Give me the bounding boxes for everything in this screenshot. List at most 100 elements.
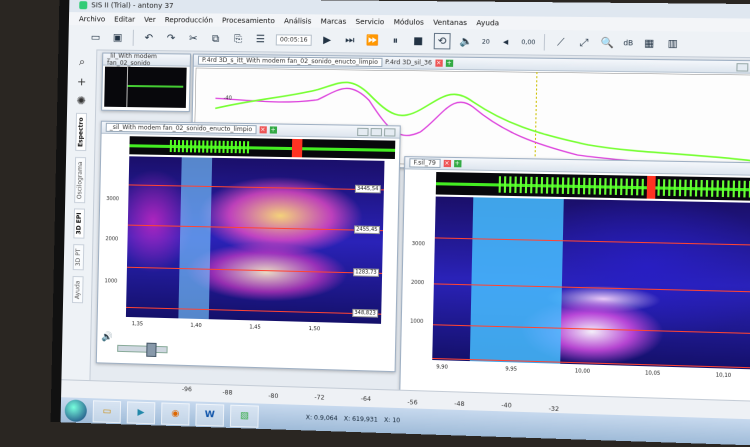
spectrum-tab-other[interactable]: P.4rd 3D_sil_36	[385, 59, 432, 67]
toolbar-separator	[133, 30, 134, 46]
minimize-icon[interactable]	[736, 63, 748, 71]
x-tick: 10,05	[645, 370, 660, 377]
close-window-icon[interactable]	[384, 128, 396, 136]
word-icon[interactable]: W	[195, 403, 224, 426]
selection-left[interactable]	[178, 157, 212, 319]
menu-servicio[interactable]: Servicio	[355, 17, 384, 25]
coord-readout: X: 10	[384, 417, 400, 425]
spectrogram-left-energy	[126, 156, 385, 324]
app-title: SIS II (Trial) - antony 37	[91, 1, 173, 10]
minimize-icon[interactable]	[357, 128, 369, 136]
y-tick: 1000	[104, 278, 117, 284]
stop-icon[interactable]: ■	[411, 34, 426, 48]
waveform-right-burst	[499, 176, 750, 198]
sis-app-icon[interactable]: ▧	[230, 404, 259, 427]
settings-icon[interactable]: ✺	[77, 94, 86, 107]
menu-marcas[interactable]: Marcas	[321, 17, 347, 25]
zoom-fit-icon[interactable]: ⤢	[576, 35, 591, 50]
zoom-icon[interactable]: 🔍	[600, 36, 615, 51]
balance-icon[interactable]: ◂	[498, 35, 513, 50]
loop-play-icon[interactable]: ⏩	[365, 33, 380, 47]
new-file-icon[interactable]: ▭	[88, 30, 102, 44]
formant-marker-label: 1283,73	[353, 268, 379, 277]
volume-slider[interactable]	[117, 345, 168, 353]
trend-icon[interactable]: ⟋	[553, 35, 568, 50]
time-field[interactable]: 00:05:16	[276, 34, 312, 46]
scale-label: -64	[361, 396, 371, 403]
scale-label: -40	[501, 402, 511, 410]
y-tick: 1000	[410, 319, 423, 325]
grid-view-icon[interactable]: ▦	[642, 36, 657, 51]
spectrum-y-label: -40	[224, 95, 232, 101]
menu-modulos[interactable]: Módulos	[394, 18, 424, 26]
menu-ventanas[interactable]: Ventanas	[433, 18, 467, 27]
toolbar-separator	[544, 34, 545, 50]
menu-procesamiento[interactable]: Procesamiento	[222, 16, 275, 25]
y-tick: 2000	[105, 236, 118, 242]
undo-icon[interactable]: ↶	[142, 31, 156, 45]
pause-icon[interactable]: ⏸	[388, 33, 403, 47]
add-tab-icon[interactable]: +	[454, 160, 461, 167]
app-icon	[79, 1, 87, 9]
crosshair-icon[interactable]: +	[77, 75, 86, 88]
mini-window-tab[interactable]: _lil_With modem fan_02_sonido	[107, 52, 190, 67]
copy-icon[interactable]: ⧉	[208, 32, 223, 46]
close-icon[interactable]: ×	[435, 60, 442, 67]
menu-reproduccion[interactable]: Reproducción	[165, 16, 213, 25]
menu-ayuda[interactable]: Ayuda	[476, 19, 499, 27]
scale-label: -56	[407, 399, 417, 406]
x-tick: 1,45	[249, 324, 260, 330]
coord-readout: X: 619,931	[344, 415, 378, 423]
scale-label: -48	[454, 401, 464, 408]
play-selection-icon[interactable]: ⏭	[342, 33, 357, 47]
left-toolbar: ⌕ + ✺ Espectro Oscilograma 3D EPI 3D PT …	[61, 49, 97, 386]
play-icon[interactable]: ▶	[320, 33, 335, 47]
tab-espectro[interactable]: Espectro	[75, 113, 87, 151]
x-tick: 10,10	[716, 372, 732, 379]
menu-editar[interactable]: Editar	[114, 15, 135, 23]
close-icon[interactable]: ×	[443, 160, 450, 167]
rate-value[interactable]: 20	[482, 38, 490, 45]
menu-analisis[interactable]: Análisis	[284, 17, 312, 25]
menu-archivo[interactable]: Archivo	[79, 15, 105, 23]
tab-ayuda[interactable]: Ayuda	[72, 276, 84, 303]
mini-window: _lil_With modem fan_02_sonido	[101, 53, 191, 112]
scale-label: -96	[182, 386, 192, 393]
list-icon[interactable]: ☰	[253, 32, 268, 46]
redo-icon[interactable]: ↷	[164, 31, 178, 45]
selection-right[interactable]	[470, 197, 564, 363]
maximize-icon[interactable]	[371, 128, 383, 136]
add-tab-icon[interactable]: +	[269, 126, 276, 133]
spectrogram-right-tab[interactable]: F.sil_79	[409, 158, 440, 168]
media-player-icon[interactable]: ▶	[127, 401, 156, 424]
y-tick: 3000	[412, 241, 425, 247]
volume-icon[interactable]: 🔈	[459, 34, 474, 48]
spectrum-tab-active[interactable]: P.4rd 3D_s_itt_With modem fan_02_sonido_…	[198, 56, 382, 67]
close-icon[interactable]: ×	[259, 126, 266, 133]
tab-oscilograma[interactable]: Oscilograma	[74, 157, 86, 203]
x-tick: 10,00	[575, 368, 590, 375]
tab-3d-pt[interactable]: 3D PT	[72, 245, 84, 271]
volume-slider-thumb[interactable]	[146, 343, 156, 357]
spectrogram-left	[126, 156, 385, 324]
layout-icon[interactable]: ▥	[665, 36, 680, 51]
gain-value[interactable]: 0,00	[521, 38, 535, 45]
speaker-icon[interactable]: 🔊	[101, 332, 112, 342]
tab-3d-epi[interactable]: 3D EPI	[73, 209, 85, 239]
repeat-icon[interactable]: ⟲	[434, 33, 451, 50]
start-button[interactable]	[65, 399, 87, 422]
x-tick: 9,95	[505, 366, 517, 373]
formant-marker-label: 3445,54	[355, 185, 381, 194]
explorer-icon[interactable]: ▭	[93, 400, 122, 423]
menu-ver[interactable]: Ver	[144, 15, 156, 23]
search-icon[interactable]: ⌕	[79, 55, 85, 69]
formant-marker-label: 2455,45	[354, 225, 380, 234]
mini-window-caption: _lil_With modem fan_02_sonido	[103, 54, 190, 67]
paste-icon[interactable]: ⎘	[231, 32, 246, 46]
x-tick: 1,40	[190, 323, 201, 329]
spectrogram-left-tab[interactable]: _sil_With modem fan_02_sonido_enucto_lim…	[106, 123, 257, 134]
save-icon[interactable]: ▣	[111, 31, 125, 45]
add-tab-icon[interactable]: +	[445, 60, 452, 67]
db-button[interactable]: dB	[623, 39, 633, 47]
cut-icon[interactable]: ✂	[186, 31, 200, 45]
